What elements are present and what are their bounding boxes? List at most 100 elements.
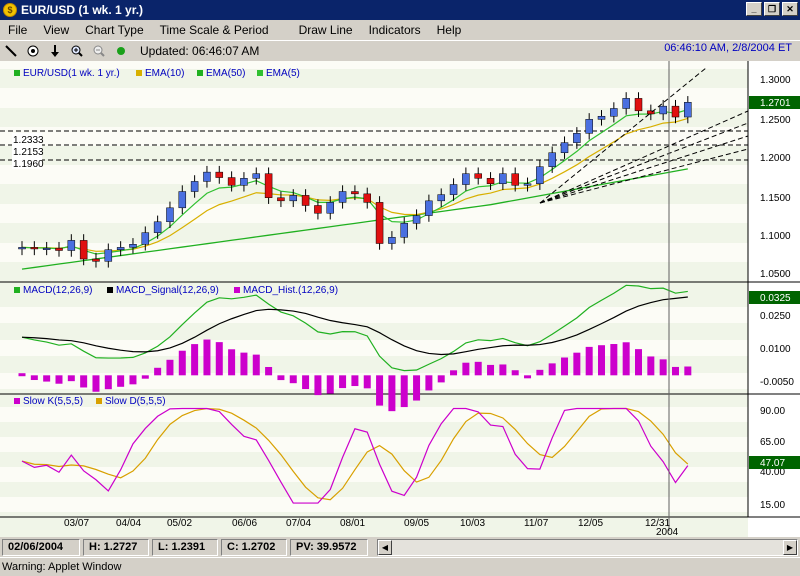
macd-hist-bar [191, 344, 199, 376]
macd-hist-bar [80, 375, 88, 388]
macd-hist-bar [524, 375, 532, 379]
candle-body [351, 191, 359, 195]
macd-hist-bar [18, 373, 26, 377]
applet-warning: Warning: Applet Window [0, 557, 800, 576]
macd-hist-bar [228, 349, 236, 376]
candle-body [277, 197, 285, 202]
candle-body [67, 240, 76, 251]
crosshair-icon[interactable] [22, 42, 44, 60]
menu-draw-line[interactable]: Draw Line [291, 23, 361, 37]
candle-body [499, 173, 507, 185]
menu-help[interactable]: Help [429, 23, 470, 37]
macd-hist-bar [659, 359, 667, 376]
candle-body [301, 195, 310, 206]
grid-stripe [0, 165, 748, 184]
x-label: 06/06 [232, 518, 257, 529]
status-high: H: 1.2727 [83, 538, 149, 556]
candle-body [264, 173, 273, 198]
status-pv: PV: 39.9572 [290, 538, 368, 556]
candle-body [412, 215, 421, 224]
macd-hist-bar [351, 375, 359, 387]
legend-hist: MACD_Hist.(12,26,9) [243, 285, 338, 296]
status-date: 02/06/2004 [2, 538, 80, 556]
line-tool-icon[interactable] [0, 42, 22, 60]
macd-hist-bar [635, 349, 642, 376]
x-label: 05/02 [167, 518, 192, 529]
arrow-down-icon[interactable] [44, 42, 66, 60]
stoch-last-value: 47.07 [760, 458, 785, 469]
candle-body [597, 115, 606, 120]
grid-stripe [0, 307, 748, 323]
price-tick: 1.2500 [760, 115, 791, 126]
updated-text: Updated: 06:46:07 AM [140, 43, 260, 58]
grid-stripe [0, 373, 748, 389]
scroll-left-button[interactable]: ◀ [378, 539, 392, 555]
macd-hist-bar [598, 345, 606, 376]
macd-last-value: 0.0325 [760, 293, 791, 304]
price-tick: 1.1500 [760, 193, 791, 204]
price-tick: 1.0500 [760, 269, 791, 280]
x-label: 09/05 [404, 518, 429, 529]
macd-hist-bar [92, 375, 100, 392]
candle-body [289, 195, 298, 202]
macd-hist-bar [400, 375, 408, 408]
menu-time-scale[interactable]: Time Scale & Period [152, 23, 277, 37]
macd-hist-bar [548, 363, 556, 376]
candle-body [437, 194, 445, 202]
candle-body [129, 244, 137, 248]
price-last-value: 1.2701 [760, 98, 791, 109]
minimize-button[interactable]: _ [746, 2, 762, 16]
macd-hist-bar [104, 375, 112, 390]
macd-hist-bar [326, 375, 334, 394]
macd-hist-bar [277, 375, 285, 381]
menu-chart-type[interactable]: Chart Type [77, 23, 151, 37]
macd-hist-bar [425, 375, 433, 391]
zoom-out-icon[interactable] [88, 42, 110, 60]
legend-macd: MACD(12,26,9) [23, 285, 92, 296]
candle-body [425, 200, 433, 216]
x-label: 04/04 [116, 518, 141, 529]
chart-svg[interactable]: EUR/USD(1 wk. 1 yr.) EMA(10) EMA(50) EMA… [0, 61, 800, 537]
macd-hist-bar [536, 369, 544, 376]
zoom-in-icon[interactable] [66, 42, 88, 60]
scrollbar-track[interactable]: ◀ ▶ [377, 538, 798, 556]
macd-hist-bar [585, 346, 593, 376]
legend-slowk: Slow K(5,5,5) [23, 396, 83, 407]
macd-hist-bar [240, 352, 248, 376]
restore-button[interactable]: ❐ [764, 2, 780, 16]
macd-legend: MACD(12,26,9) MACD_Signal(12,26,9) MACD_… [14, 285, 338, 296]
macd-hist-bar [302, 375, 310, 390]
scroll-right-button[interactable]: ▶ [783, 539, 797, 555]
macd-hist-bar [203, 339, 211, 376]
x-year-label: 2004 [656, 527, 679, 537]
candle-body [536, 166, 544, 185]
macd-hist-bar [30, 375, 38, 381]
macd-hist-bar [561, 357, 569, 376]
price-tick: 1.3000 [760, 75, 791, 86]
macd-hist-bar [67, 375, 75, 382]
candle-body [388, 237, 396, 244]
x-label: 12/05 [578, 518, 603, 529]
macd-hist-bar [462, 362, 470, 376]
macd-hist-bar [252, 354, 260, 376]
macd-hist-bar [647, 356, 655, 376]
macd-hist-bar [117, 375, 125, 387]
candle-body [400, 223, 408, 238]
title-bar: $ EUR/USD (1 wk. 1 yr.) _ ❐ ✕ [0, 0, 800, 20]
macd-hist-bar [339, 375, 347, 389]
candle-body [585, 119, 593, 134]
menu-view[interactable]: View [35, 23, 77, 37]
candle-body [548, 152, 556, 167]
macd-hist-bar [684, 366, 692, 376]
macd-hist-bar [363, 375, 371, 389]
macd-hist-bar [376, 375, 384, 406]
status-bar: 02/06/2004 H: 1.2727 L: 1.2391 C: 1.2702… [0, 537, 800, 557]
close-button[interactable]: ✕ [782, 2, 798, 16]
macd-hist-bar [215, 342, 223, 376]
candle-body [166, 207, 174, 223]
menu-file[interactable]: File [0, 23, 35, 37]
macd-hist-bar [474, 361, 482, 376]
chart-area[interactable]: EUR/USD(1 wk. 1 yr.) EMA(10) EMA(50) EMA… [0, 61, 800, 537]
x-label: 03/07 [64, 518, 89, 529]
menu-indicators[interactable]: Indicators [361, 23, 429, 37]
